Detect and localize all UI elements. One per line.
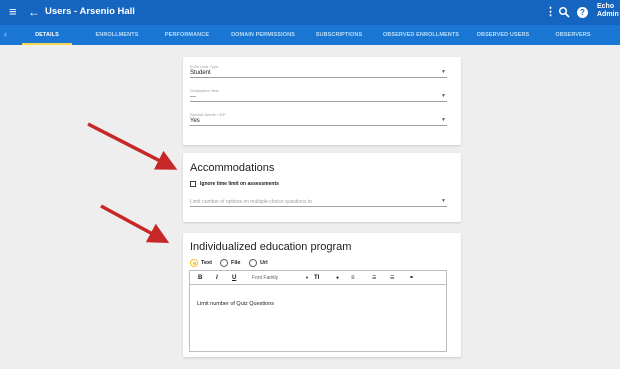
annotation-arrow-accommodations [87, 122, 178, 170]
annotation-arrow-iep [100, 204, 170, 244]
annotation-arrows [87, 122, 178, 244]
